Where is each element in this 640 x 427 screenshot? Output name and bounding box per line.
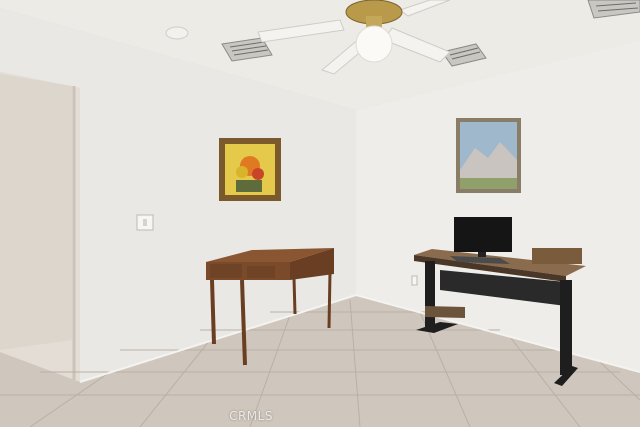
mountain-painting (456, 118, 521, 193)
desk-box (532, 248, 582, 264)
room-illustration (0, 0, 640, 427)
computer-monitor (454, 217, 512, 252)
room-photo: CRMLS (0, 0, 640, 427)
flower-painting (219, 138, 281, 201)
smoke-detector (165, 26, 189, 40)
outlet-icon (411, 275, 418, 286)
watermark: CRMLS (229, 409, 273, 423)
switch-toggle (143, 219, 147, 226)
hallway-wall (0, 74, 72, 350)
